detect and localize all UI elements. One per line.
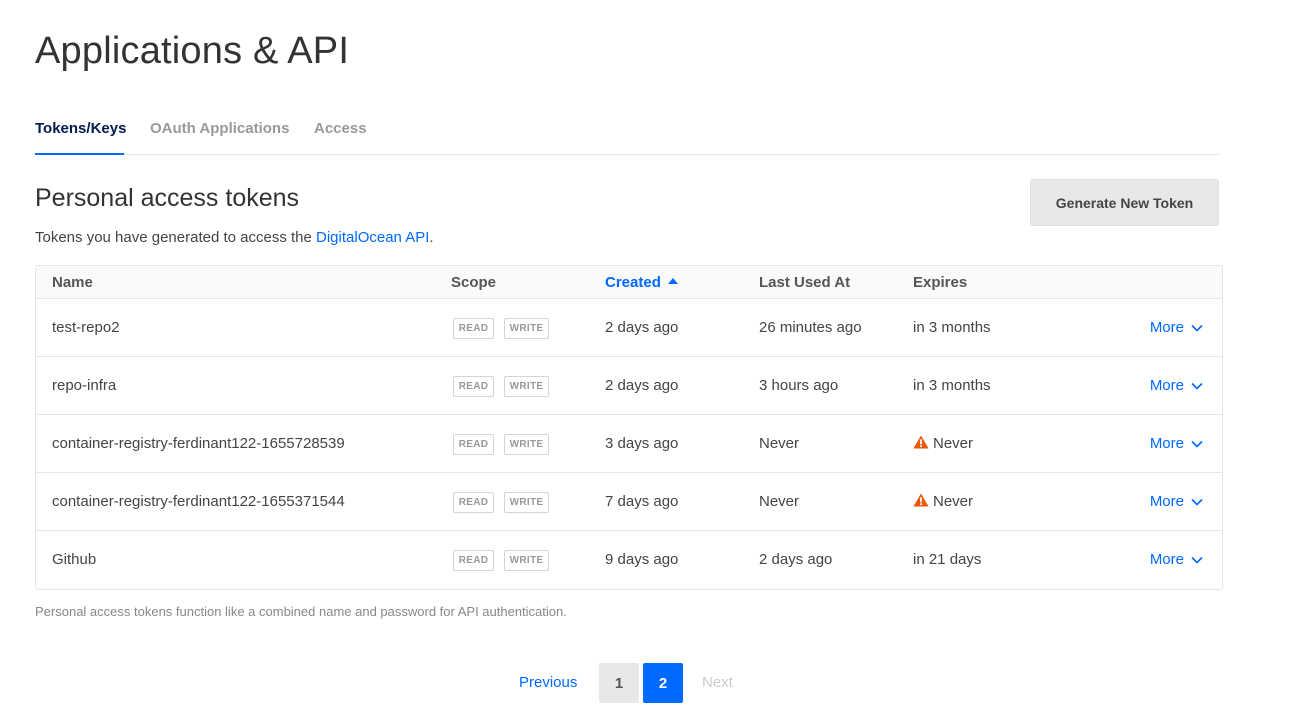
- header-created[interactable]: Created: [605, 274, 678, 291]
- more-label: More: [1149, 493, 1184, 510]
- tokens-table: Name Scope Created Last Used At Expires …: [35, 265, 1223, 590]
- warning-icon: [913, 435, 929, 449]
- header-scope: Scope: [451, 274, 497, 291]
- token-expires: in 21 days: [913, 551, 981, 568]
- token-name: container-registry-ferdinant122-16557285…: [52, 435, 345, 452]
- token-name: test-repo2: [52, 319, 120, 336]
- more-menu-button[interactable]: More: [1150, 493, 1203, 510]
- token-created: 9 days ago: [605, 551, 679, 568]
- token-created: 2 days ago: [605, 319, 679, 336]
- token-expires: Never: [913, 435, 973, 452]
- token-created: 3 days ago: [605, 435, 679, 452]
- page-1-button[interactable]: 1: [599, 663, 639, 703]
- token-created: 2 days ago: [605, 377, 679, 394]
- chevron-down-icon: [1191, 556, 1203, 564]
- more-label: More: [1149, 551, 1184, 568]
- token-name: Github: [52, 551, 97, 568]
- scope-write-badge: WRITE: [504, 550, 549, 571]
- token-last-used: 2 days ago: [759, 551, 833, 568]
- table-row: Github READ WRITE 9 days ago 2 days ago in 21…: [36, 531, 1222, 589]
- scope-write-badge: WRITE: [504, 492, 549, 513]
- header-expires[interactable]: Expires: [913, 274, 967, 291]
- scope-read-badge: READ: [453, 550, 494, 571]
- page-title: Applications & API: [35, 30, 350, 72]
- header-name[interactable]: Name: [52, 274, 93, 291]
- token-name: repo-infra: [52, 377, 117, 394]
- token-expires-label: in 3 months: [913, 319, 991, 336]
- header-last-used[interactable]: Last Used At: [759, 274, 850, 291]
- pagination-previous[interactable]: Previous: [519, 674, 577, 691]
- scope-read-badge: READ: [453, 376, 494, 397]
- more-menu-button[interactable]: More: [1150, 319, 1203, 336]
- token-last-used: 26 minutes ago: [759, 319, 862, 336]
- header-created-label: Created: [605, 274, 661, 291]
- token-expires: in 3 months: [913, 377, 991, 394]
- table-header: Name Scope Created Last Used At Expires: [36, 266, 1222, 299]
- sort-ascending-icon: [667, 278, 678, 284]
- page-2-button[interactable]: 2: [643, 663, 683, 703]
- scope-write-badge: WRITE: [504, 434, 549, 455]
- section-description: Tokens you have generated to access the …: [35, 229, 434, 246]
- more-label: More: [1149, 377, 1184, 394]
- token-expires-label: Never: [933, 435, 974, 452]
- section-title: Personal access tokens: [35, 184, 300, 212]
- generate-new-token-button[interactable]: Generate New Token: [1030, 179, 1219, 226]
- more-menu-button[interactable]: More: [1150, 435, 1203, 452]
- tab-access[interactable]: Access: [314, 117, 367, 155]
- token-last-used: Never: [759, 435, 800, 452]
- token-expires: in 3 months: [913, 319, 991, 336]
- chevron-down-icon: [1191, 324, 1203, 332]
- tab-oauth-applications[interactable]: OAuth Applications: [150, 117, 289, 155]
- scope-read-badge: READ: [453, 434, 494, 455]
- digitalocean-api-link[interactable]: DigitalOcean API: [316, 229, 429, 246]
- warning-icon: [913, 493, 929, 507]
- scope-read-badge: READ: [453, 492, 494, 513]
- token-created: 7 days ago: [605, 493, 679, 510]
- tab-bar: Tokens/Keys OAuth Applications Access: [35, 117, 1219, 155]
- more-menu-button[interactable]: More: [1150, 551, 1203, 568]
- token-name: container-registry-ferdinant122-16553715…: [52, 493, 345, 510]
- pagination-next: Next: [702, 674, 733, 691]
- token-expires-label: Never: [933, 493, 974, 510]
- token-expires-label: in 21 days: [913, 551, 982, 568]
- scope-write-badge: WRITE: [504, 318, 549, 339]
- token-last-used: Never: [759, 493, 800, 510]
- more-label: More: [1149, 435, 1184, 452]
- chevron-down-icon: [1191, 498, 1203, 506]
- scope-write-badge: WRITE: [504, 376, 549, 397]
- description-suffix: .: [429, 229, 434, 246]
- footnote: Personal access tokens function like a c…: [35, 604, 567, 619]
- tab-tokens-keys[interactable]: Tokens/Keys: [35, 117, 126, 155]
- scope-read-badge: READ: [453, 318, 494, 339]
- token-expires-label: in 3 months: [913, 377, 991, 394]
- table-row: repo-infra READ WRITE 2 days ago 3 hours ago…: [36, 357, 1222, 415]
- description-prefix: Tokens you have generated to access the: [35, 229, 317, 246]
- table-row: test-repo2 READ WRITE 2 days ago 26 minutes …: [36, 299, 1222, 357]
- token-expires: Never: [913, 493, 973, 510]
- more-label: More: [1149, 319, 1184, 336]
- table-body: test-repo2 READ WRITE 2 days ago 26 minutes …: [36, 299, 1222, 589]
- chevron-down-icon: [1191, 440, 1203, 448]
- chevron-down-icon: [1191, 382, 1203, 390]
- table-row: container-registry-ferdinant122-16557285…: [36, 415, 1222, 473]
- table-row: container-registry-ferdinant122-16553715…: [36, 473, 1222, 531]
- token-last-used: 3 hours ago: [759, 377, 839, 394]
- more-menu-button[interactable]: More: [1150, 377, 1203, 394]
